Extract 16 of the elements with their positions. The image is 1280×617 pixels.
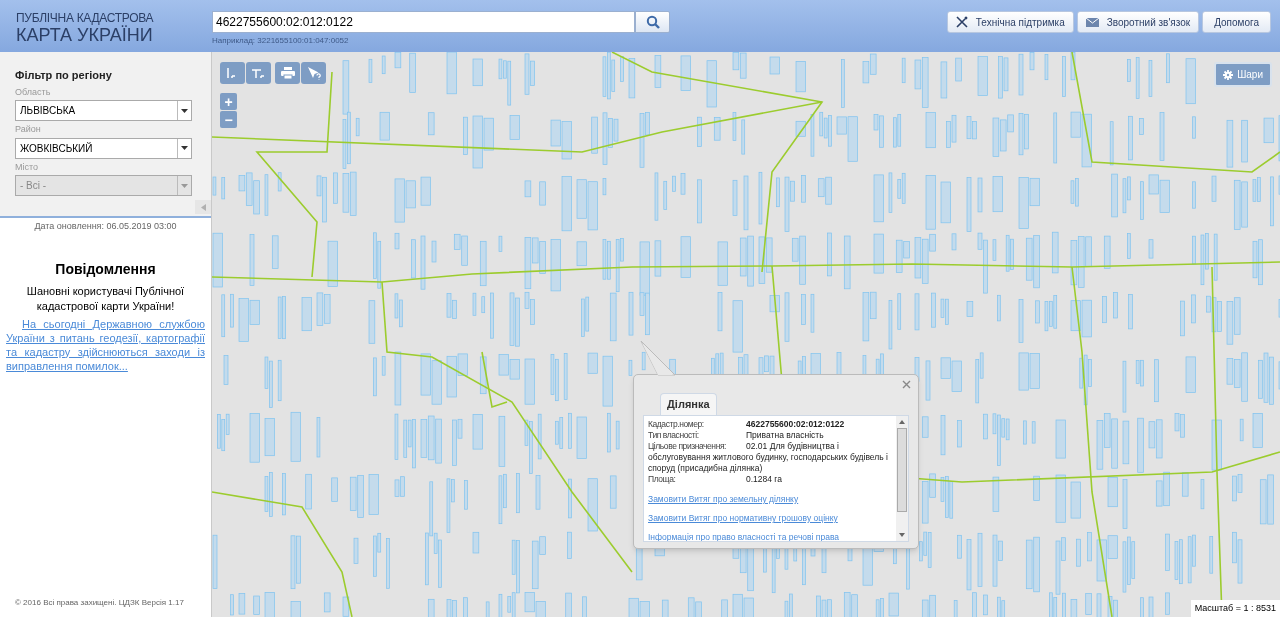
parcel-info-text: Цільове призначення: 02.01 Для будівництва і обслуговування житлового будинку, господарських будівель і споруд (присадибна ділянка) bbox=[648, 441, 889, 474]
notice-greeting: Шановні користувачі Публічної кадастрової карти України! bbox=[25, 283, 186, 314]
search-example-text: Наприклад: 3221655100:01:047:0052 bbox=[212, 35, 350, 47]
parcel-info-text: Тип власності: Приватна власність bbox=[648, 430, 825, 441]
field-label: Місто bbox=[15, 160, 40, 174]
filter-title: Фільтр по регіону bbox=[15, 68, 113, 83]
field-label: Область bbox=[15, 85, 52, 99]
parcel-info-text: Кадастр.номер: 4622755600:02:012:0122 bbox=[648, 419, 846, 430]
parcel-info-text: Площа: 0.1284 га bbox=[648, 474, 783, 485]
field-label: Район bbox=[15, 123, 42, 136]
scale-text: Масштаб = 1 : 8531 bbox=[1190, 599, 1280, 617]
logo-text: ПУБЛІЧНА КАДАСТРОВА bbox=[16, 12, 155, 25]
update-date-text: Дата оновлення: 06.05.2019 03:00 bbox=[33, 220, 178, 233]
logo-text: КАРТА УКРАЇНИ bbox=[16, 25, 153, 45]
copyright-text: © 2016 Всі права захищені. ЦДЗК Версія 1.17 bbox=[15, 597, 185, 609]
notice-title: Повідомлення bbox=[54, 259, 157, 279]
